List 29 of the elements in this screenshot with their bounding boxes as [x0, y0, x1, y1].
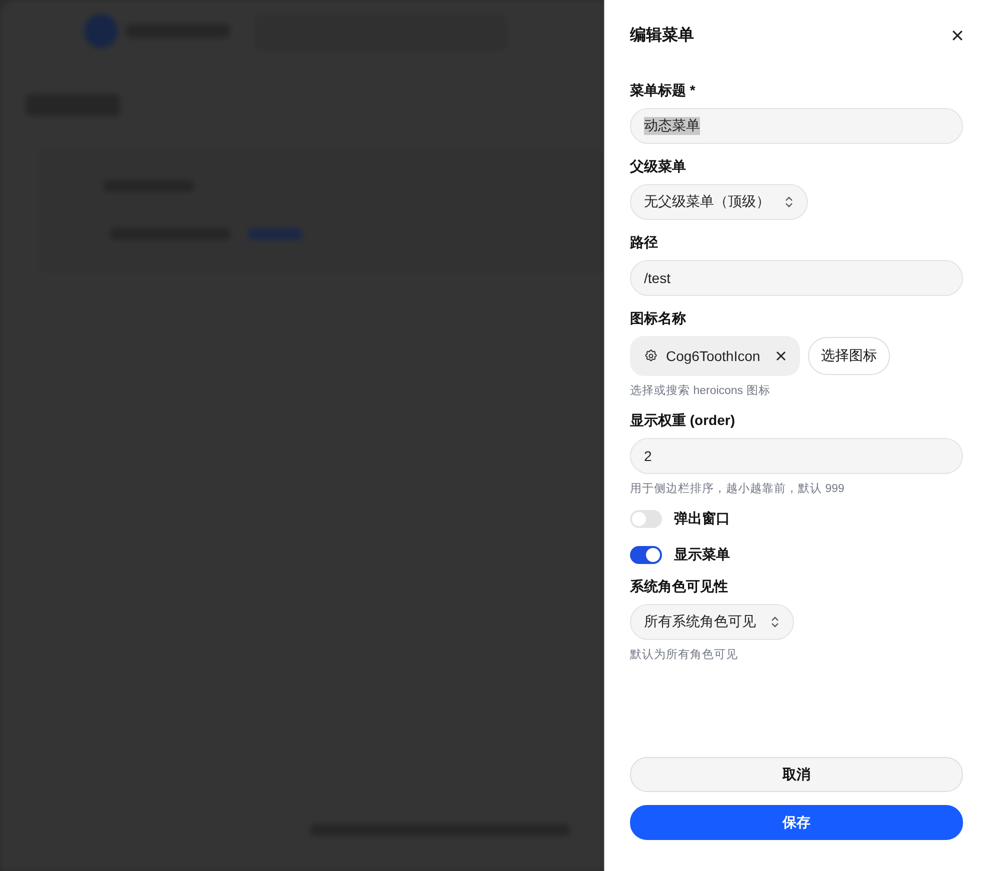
toggle-label: 弹出窗口 — [674, 510, 730, 528]
text-field[interactable]: /test — [630, 260, 963, 296]
close-icon — [952, 30, 963, 40]
select-dropdown[interactable]: 无父级菜单（顶级） — [630, 184, 808, 220]
selected-icon-chip: Cog6ToothIcon — [630, 336, 800, 376]
close-icon — [776, 351, 786, 361]
field-label: 图标名称 — [630, 310, 687, 328]
gear-icon — [644, 349, 658, 363]
choose-icon-button[interactable]: 选择图标 — [808, 337, 890, 375]
text-field[interactable]: 2 — [630, 438, 963, 474]
select-dropdown[interactable]: 所有系统角色可见 — [630, 604, 794, 640]
toggle-switch[interactable] — [630, 510, 662, 528]
cancel-button[interactable]: 取消 — [630, 757, 963, 792]
toggle-label: 显示菜单 — [674, 546, 730, 564]
hint-text: 选择或搜索 heroicons 图标 — [630, 384, 772, 398]
hint-text: 默认为所有角色可见 — [630, 648, 739, 662]
drawer-title: 编辑菜单 — [630, 25, 694, 46]
field-label: 显示权重 (order) — [630, 412, 736, 430]
field-label: 系统角色可见性 — [630, 578, 729, 596]
toggle-switch[interactable] — [630, 546, 662, 564]
field-label: 菜单标题 * — [630, 82, 696, 100]
field-label: 路径 — [630, 234, 659, 252]
save-button[interactable]: 保存 — [630, 805, 963, 840]
hint-text: 用于侧边栏排序，越小越靠前，默认 999 — [630, 481, 846, 496]
field-label: 父级菜单 — [630, 158, 687, 176]
close-button[interactable] — [952, 30, 963, 40]
chevron-up-down-icon — [784, 196, 794, 208]
chevron-up-down-icon — [770, 616, 780, 628]
text-field[interactable]: 动态菜单 — [630, 108, 963, 144]
